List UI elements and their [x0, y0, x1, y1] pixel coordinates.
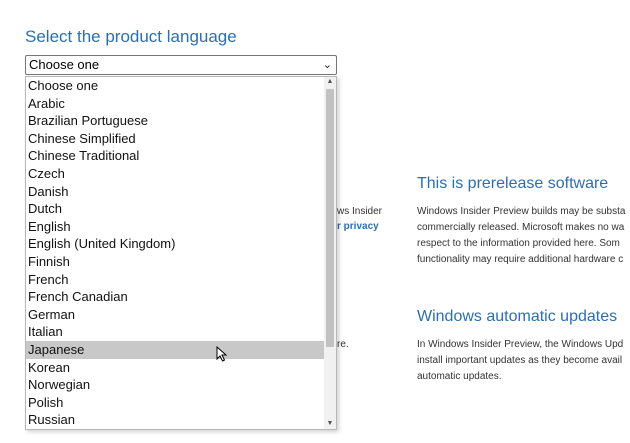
select-value: Choose one: [29, 57, 100, 72]
chevron-down-icon[interactable]: ⌄: [323, 56, 332, 74]
prerelease-line: respect to the information provided here…: [417, 238, 620, 249]
option-polish[interactable]: Polish: [26, 394, 325, 412]
option-japanese[interactable]: Japanese: [26, 340, 325, 359]
option-french[interactable]: French: [26, 271, 325, 289]
option-finnish[interactable]: Finnish: [26, 253, 325, 271]
scroll-thumb[interactable]: [326, 89, 334, 347]
updates-line: install important updates as they become…: [417, 355, 623, 366]
option-chinese-simplified[interactable]: Chinese Simplified: [26, 130, 325, 148]
updates-line: automatic updates.: [417, 371, 502, 382]
option-choose-one[interactable]: Choose one: [26, 77, 325, 95]
option-chinese-traditional[interactable]: Chinese Traditional: [26, 147, 325, 165]
updates-line: In Windows Insider Preview, the Windows …: [417, 339, 624, 350]
option-arabic[interactable]: Arabic: [26, 95, 325, 113]
language-select[interactable]: Choose one ⌄: [25, 55, 337, 75]
page-heading: Select the product language: [25, 27, 237, 46]
option-dutch[interactable]: Dutch: [26, 200, 325, 218]
prerelease-title: This is prerelease software: [417, 175, 609, 192]
language-dropdown-list[interactable]: Choose one Arabic Brazilian Portuguese C…: [25, 76, 337, 430]
option-english[interactable]: English: [26, 218, 325, 236]
option-brazilian-portuguese[interactable]: Brazilian Portuguese: [26, 112, 325, 130]
bg-text-fragment: re.: [337, 339, 349, 350]
prerelease-section: This is prerelease software Windows Insi…: [417, 175, 630, 268]
mouse-cursor-icon: [216, 346, 228, 362]
option-danish[interactable]: Danish: [26, 183, 325, 201]
option-english-uk[interactable]: English (United Kingdom): [26, 235, 325, 253]
option-list: Choose one Arabic Brazilian Portuguese C…: [26, 77, 325, 429]
privacy-link-fragment[interactable]: r privacy: [337, 221, 379, 232]
prerelease-line: Windows Insider Preview builds may be su…: [417, 206, 626, 217]
updates-title: Windows automatic updates: [417, 308, 618, 325]
option-russian[interactable]: Russian: [26, 411, 325, 429]
scroll-up-arrow-icon[interactable]: ▲: [324, 77, 336, 87]
dropdown-scrollbar[interactable]: ▲ ▼: [324, 77, 336, 429]
updates-section: Windows automatic updates In Windows Ins…: [417, 308, 630, 385]
scroll-down-arrow-icon[interactable]: ▼: [324, 419, 336, 429]
option-italian[interactable]: Italian: [26, 323, 325, 341]
prerelease-line: commercially released. Microsoft makes n…: [417, 222, 625, 233]
option-czech[interactable]: Czech: [26, 165, 325, 183]
option-french-canadian[interactable]: French Canadian: [26, 288, 325, 306]
prerelease-line: functionality may require additional har…: [417, 254, 624, 265]
option-norwegian[interactable]: Norwegian: [26, 376, 325, 394]
bg-text-fragment: ws Insider: [337, 206, 383, 217]
option-korean[interactable]: Korean: [26, 359, 325, 377]
option-german[interactable]: German: [26, 306, 325, 324]
